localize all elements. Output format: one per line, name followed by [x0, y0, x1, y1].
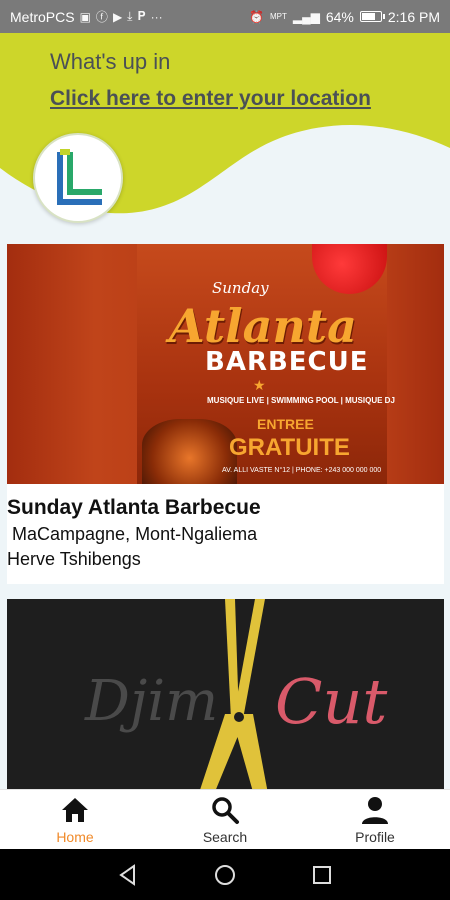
back-triangle-icon	[119, 863, 136, 886]
nav-profile[interactable]: Profile	[300, 790, 450, 849]
status-right: ⏰ MPT ▂▄▆ 64% 2:16 PM	[249, 9, 440, 25]
event-organizer: Herve Tshibengs	[7, 549, 141, 569]
event-feed[interactable]: Sunday Atlanta BARBECUE ★ MUSIQUE LIVE |…	[0, 244, 450, 789]
event-title[interactable]: Sunday Atlanta Barbecue	[7, 484, 444, 520]
logo-l-icon	[57, 149, 102, 205]
poster-barbecue-text: BARBECUE	[205, 347, 369, 377]
star-icon: ★	[253, 377, 266, 393]
pinterest-icon: 𝐏	[137, 9, 146, 23]
back-button[interactable]	[113, 860, 143, 890]
battery-percent: 64%	[325, 8, 354, 25]
poster-grill-graphic	[142, 419, 237, 484]
alarm-icon: ⏰	[249, 9, 264, 24]
notification-icon: ▣	[79, 9, 91, 24]
event-venue: MaCampagne, Mont-Ngaliema	[7, 524, 258, 544]
profile-icon	[362, 796, 388, 824]
status-left: MetroPCS ▣ ⓕ ▶ ⤓ 𝐏 ···	[10, 8, 163, 25]
home-icon	[62, 797, 88, 822]
home-system-button[interactable]	[210, 860, 240, 890]
battery-icon	[359, 11, 385, 22]
event-poster-image[interactable]: Sunday Atlanta BARBECUE ★ MUSIQUE LIVE |…	[7, 244, 444, 484]
greeting-text: What's up in	[50, 49, 171, 74]
event-card[interactable]: Sunday Atlanta BARBECUE ★ MUSIQUE LIVE |…	[7, 244, 444, 584]
battery-fill	[361, 13, 375, 20]
nav-profile-label: Profile	[355, 828, 395, 845]
app-logo	[33, 133, 123, 223]
event-card[interactable]: Djim Cut	[7, 599, 444, 789]
bottom-navigation: Home Search Profile	[0, 789, 450, 849]
poster-entree-text: ENTREE	[257, 416, 314, 432]
location-header: What's up in Click here to enter your lo…	[0, 33, 450, 233]
poster-atlanta-text: Atlanta	[169, 299, 357, 353]
search-icon	[212, 796, 239, 824]
download-icon: ⤓	[127, 9, 133, 23]
event-poster-image[interactable]: Djim Cut	[7, 599, 444, 789]
poster-cut-text: Cut	[275, 665, 388, 738]
poster-djim-text: Djim	[85, 669, 219, 734]
nav-home-label: Home	[56, 828, 94, 845]
enter-location-link[interactable]: Click here to enter your location	[50, 87, 371, 111]
app-screen: MetroPCS ▣ ⓕ ▶ ⤓ 𝐏 ··· ⏰ MPT ▂▄▆ 64% 2:1…	[0, 0, 450, 900]
signal-icon: ▂▄▆	[292, 9, 320, 24]
nav-search[interactable]: Search	[150, 790, 300, 849]
poster-subtitle: MUSIQUE LIVE | SWIMMING POOL | MUSIQUE D…	[207, 396, 395, 405]
nav-home[interactable]: Home	[0, 790, 150, 849]
nav-search-label: Search	[202, 828, 248, 845]
system-navigation-bar	[0, 849, 450, 900]
poster-sunday-text: Sunday	[212, 279, 269, 297]
poster-footer-text: AV. ALLI VASTE N°12 | PHONE: +243 000 00…	[222, 467, 382, 474]
poster-gratuite-text: GRATUITE	[229, 434, 350, 461]
facebook-icon: ⓕ	[95, 10, 108, 24]
recents-button[interactable]	[307, 860, 337, 890]
network-type-label: MPT	[269, 12, 287, 21]
youtube-icon: ▶	[112, 9, 123, 24]
more-notifications-icon: ···	[150, 9, 163, 24]
carrier-label: MetroPCS	[10, 8, 75, 25]
clock: 2:16 PM	[387, 8, 440, 25]
status-bar: MetroPCS ▣ ⓕ ▶ ⤓ 𝐏 ··· ⏰ MPT ▂▄▆ 64% 2:1…	[0, 0, 450, 33]
recents-square-icon	[312, 865, 331, 884]
home-circle-icon	[214, 864, 235, 885]
